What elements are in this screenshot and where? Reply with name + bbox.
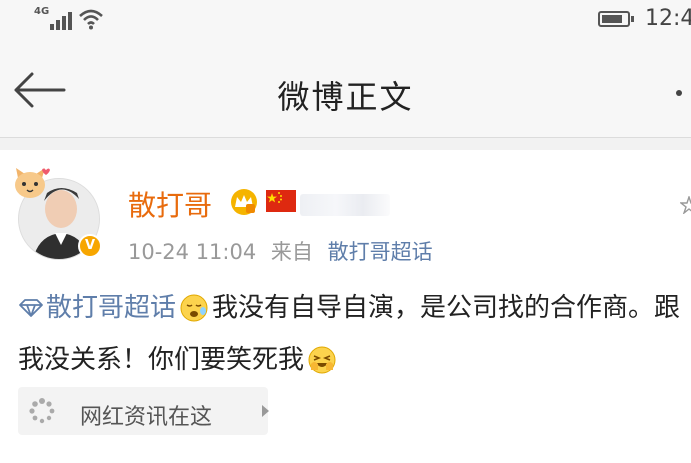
page-title: 微博正文: [277, 78, 414, 116]
signal-icon: 4G: [34, 6, 74, 32]
source-prefix: 来自: [270, 240, 313, 264]
status-bar: 4G 12:4: [0, 0, 691, 40]
blurred-badge: [300, 194, 390, 216]
star-icon[interactable]: [680, 196, 691, 214]
battery-icon: [598, 11, 634, 27]
laugh-emoji-icon: [308, 346, 336, 374]
clock: 12:4: [645, 6, 691, 31]
topic-link[interactable]: 散打哥超话: [18, 293, 176, 323]
cat-pendant-icon: [15, 168, 50, 198]
post-time: 10-24 11:04: [128, 240, 257, 264]
diamond-topic-icon: [19, 299, 43, 317]
china-flag-icon: [266, 190, 296, 212]
more-icon[interactable]: [676, 90, 682, 96]
loading-spinner-icon: [29, 398, 55, 424]
topic-label: 散打哥超话: [46, 293, 177, 323]
post-text: 散打哥超话 我没有自导自演，是公司找的合作商。跟我没关系！你们要笑死我: [18, 282, 690, 386]
crown-badge-icon: [231, 189, 257, 215]
wifi-icon: [79, 9, 103, 30]
sleepy-emoji-icon: [180, 294, 208, 322]
card-label: 网红资讯在这: [80, 405, 213, 430]
username[interactable]: 散打哥: [128, 184, 212, 224]
link-card[interactable]: 网红资讯在这: [18, 387, 269, 435]
verified-v-icon: V: [78, 234, 102, 258]
post-meta: 10-24 11:04 来自 散打哥超话: [128, 236, 433, 266]
nav-bar: 微博正文: [0, 40, 691, 138]
chevron-right-icon: [262, 405, 269, 417]
source-link[interactable]: 散打哥超话: [328, 240, 433, 264]
network-type: 4G: [34, 6, 50, 17]
